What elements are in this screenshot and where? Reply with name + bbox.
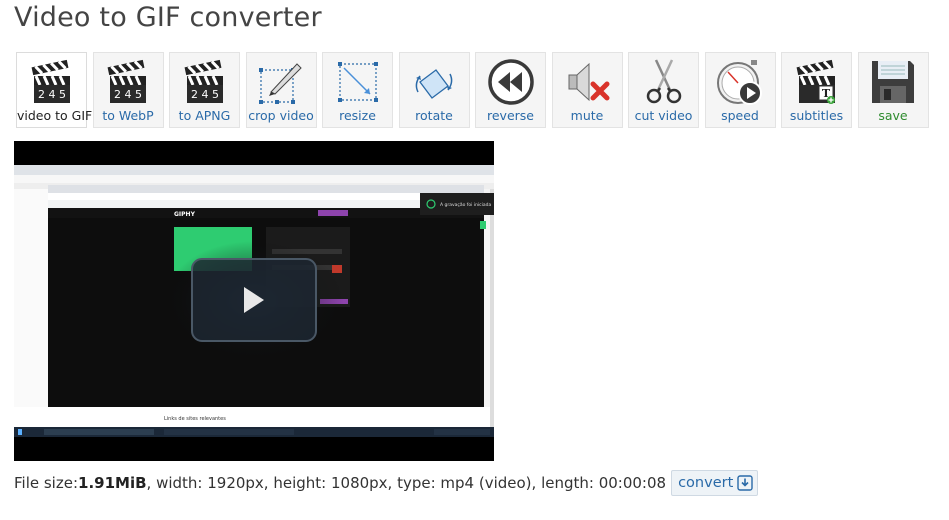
tool-label: reverse: [487, 108, 534, 123]
clapperboard-icon: 2 4 5: [31, 59, 70, 103]
file-size-value: 1.91MiB: [78, 474, 147, 492]
subtitles-icon: T: [796, 59, 835, 104]
rotate-icon: [415, 69, 453, 99]
tool-to-webp[interactable]: 2 4 5 to WebP: [92, 52, 164, 128]
tool-video-to-gif[interactable]: 2 4 5 video to GIF: [16, 52, 93, 128]
tool-mute[interactable]: mute: [551, 52, 623, 128]
download-arrow-icon: [737, 475, 753, 491]
tool-reverse[interactable]: reverse: [475, 52, 546, 128]
tool-label: video to GIF: [17, 108, 93, 123]
clapperboard-icon: 2 4 5: [184, 59, 223, 103]
tool-subtitles[interactable]: T subtitles: [781, 52, 852, 128]
tool-label: to WebP: [102, 108, 154, 123]
convert-label: convert: [678, 475, 734, 491]
tool-label: mute: [570, 108, 604, 123]
reverse-icon: [487, 59, 534, 105]
tool-speed[interactable]: speed: [704, 52, 776, 128]
tool-label: to APNG: [178, 108, 231, 123]
page-title: Video to GIF converter: [14, 2, 322, 33]
giphy-logo: GIPHY: [174, 211, 196, 218]
video-frame: GIPHY A gravação foi iniciada Links de s…: [14, 141, 494, 461]
video-preview[interactable]: GIPHY A gravação foi iniciada Links de s…: [14, 141, 494, 461]
convert-button[interactable]: convert: [671, 470, 759, 496]
crop-icon: [259, 63, 302, 104]
scissors-icon: [646, 59, 681, 104]
resize-icon: [337, 62, 378, 102]
tool-save[interactable]: save: [857, 52, 929, 128]
tool-to-apng[interactable]: 2 4 5 to APNG: [169, 52, 240, 128]
tool-crop-video[interactable]: crop video: [245, 52, 317, 128]
tool-label: rotate: [415, 108, 453, 123]
tool-rotate[interactable]: rotate: [398, 52, 470, 128]
tool-label: cut video: [634, 108, 693, 123]
tool-label: subtitles: [789, 108, 844, 123]
tool-toolbar: 2 4 5 video to GIF 2 4 5 to WebP 2 4 5 t…: [16, 52, 934, 128]
floppy-disk-icon: [872, 61, 914, 103]
file-details: , width: 1920px, height: 1080px, type: m…: [146, 474, 667, 492]
tool-resize[interactable]: resize: [322, 52, 393, 128]
tool-label: save: [878, 108, 908, 123]
tool-label: resize: [339, 108, 376, 123]
svg-text:2 4 5: 2 4 5: [38, 88, 66, 101]
svg-text:2 4 5: 2 4 5: [114, 88, 142, 101]
stopwatch-icon: [717, 60, 762, 105]
file-size-label: File size:: [14, 474, 79, 492]
file-info: File size: 1.91MiB , width: 1920px, heig…: [14, 470, 759, 496]
page-link-text: Links de sites relevantes: [164, 416, 226, 422]
tool-label: crop video: [248, 108, 314, 123]
svg-text:2 4 5: 2 4 5: [191, 88, 219, 101]
clapperboard-icon: 2 4 5: [107, 59, 146, 103]
tool-cut-video[interactable]: cut video: [628, 52, 699, 128]
tool-label: speed: [721, 108, 759, 123]
recording-notification: A gravação foi iniciada: [440, 202, 492, 208]
mute-icon: [568, 62, 610, 102]
